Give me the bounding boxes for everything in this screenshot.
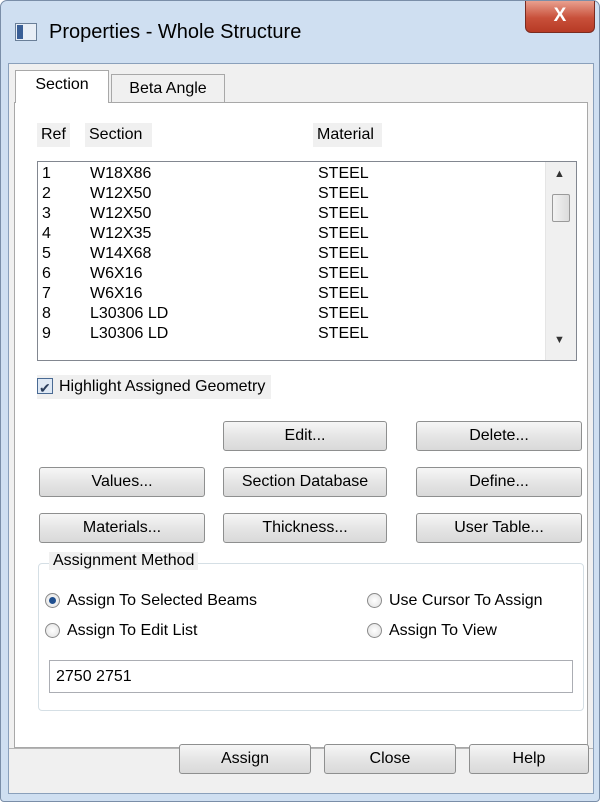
- section-list[interactable]: 1 W18X86 STEEL 2 W12X50 STEEL 3 W12X50 STEEL 4…: [37, 161, 577, 361]
- edit-button[interactable]: Edit...: [223, 421, 387, 451]
- material-cell: STEEL: [318, 265, 369, 282]
- properties-dialog: Properties - Whole Structure X Section B…: [0, 0, 600, 802]
- assign-to-view-radio[interactable]: Assign To View: [367, 620, 497, 642]
- window-title: Properties - Whole Structure: [49, 21, 302, 43]
- ref-cell: 1: [42, 165, 51, 182]
- column-header-section: Section: [85, 123, 153, 147]
- values-button[interactable]: Values...: [39, 467, 205, 497]
- radio-icon[interactable]: [45, 623, 60, 638]
- assign-button[interactable]: Assign: [179, 744, 311, 774]
- section-cell: W12X50: [90, 185, 152, 202]
- define-button[interactable]: Define...: [416, 467, 582, 497]
- assign-edit-list-radio[interactable]: Assign To Edit List: [45, 620, 197, 642]
- radio-label: Use Cursor To Assign: [389, 592, 543, 609]
- list-item[interactable]: 3 W12X50 STEEL: [38, 204, 538, 224]
- material-cell: STEEL: [318, 185, 369, 202]
- ref-cell: 8: [42, 305, 51, 322]
- list-item[interactable]: 7 W6X16 STEEL: [38, 284, 538, 304]
- dialog-client-area: Section Beta Angle Ref Section Material …: [8, 63, 594, 794]
- list-item[interactable]: 9 L30306 LD STEEL: [38, 324, 538, 344]
- title-bar[interactable]: Properties - Whole Structure X: [1, 1, 599, 63]
- section-cell: L30306 LD: [90, 305, 169, 322]
- highlight-assigned-geometry-checkbox[interactable]: Highlight Assigned Geometry: [37, 375, 272, 400]
- column-header-ref: Ref: [37, 123, 70, 147]
- scroll-up-arrow-icon[interactable]: ▲: [554, 168, 565, 180]
- user-table-button[interactable]: User Table...: [416, 513, 582, 543]
- tab-beta-angle[interactable]: Beta Angle: [111, 74, 225, 103]
- assign-selected-beams-radio[interactable]: Assign To Selected Beams: [45, 590, 257, 612]
- radio-label: Assign To View: [389, 622, 497, 639]
- ref-cell: 4: [42, 225, 51, 242]
- ref-cell: 9: [42, 325, 51, 342]
- section-cell: W12X50: [90, 205, 152, 222]
- section-database-button[interactable]: Section Database: [223, 467, 387, 497]
- material-cell: STEEL: [318, 225, 369, 242]
- use-cursor-radio[interactable]: Use Cursor To Assign: [367, 590, 543, 612]
- section-cell: L30306 LD: [90, 325, 169, 342]
- section-cell: W6X16: [90, 265, 143, 282]
- delete-button[interactable]: Delete...: [416, 421, 582, 451]
- section-cell: W6X16: [90, 285, 143, 302]
- app-icon: [15, 23, 37, 41]
- ref-cell: 6: [42, 265, 51, 282]
- list-item[interactable]: 5 W14X68 STEEL: [38, 244, 538, 264]
- radio-label: Assign To Edit List: [67, 622, 198, 639]
- radio-icon[interactable]: [367, 623, 382, 638]
- tab-section[interactable]: Section: [15, 70, 109, 103]
- ref-cell: 3: [42, 205, 51, 222]
- material-cell: STEEL: [318, 285, 369, 302]
- radio-label: Assign To Selected Beams: [67, 592, 258, 609]
- list-item[interactable]: 1 W18X86 STEEL: [38, 164, 538, 184]
- list-item[interactable]: 2 W12X50 STEEL: [38, 184, 538, 204]
- close-window-button[interactable]: X: [525, 1, 595, 33]
- ref-cell: 7: [42, 285, 51, 302]
- list-item[interactable]: 4 W12X35 STEEL: [38, 224, 538, 244]
- assignment-method-label: Assignment Method: [49, 552, 199, 570]
- section-tab-panel: Ref Section Material 1 W18X86 STEEL 2 W12X5…: [14, 102, 588, 748]
- list-item[interactable]: 8 L30306 LD STEEL: [38, 304, 538, 324]
- checkbox-checked-icon[interactable]: [37, 376, 53, 400]
- help-button[interactable]: Help: [469, 744, 589, 774]
- list-item[interactable]: 6 W6X16 STEEL: [38, 264, 538, 284]
- material-cell: STEEL: [318, 205, 369, 222]
- material-cell: STEEL: [318, 305, 369, 322]
- material-cell: STEEL: [318, 325, 369, 342]
- radio-selected-icon[interactable]: [45, 593, 60, 608]
- materials-button[interactable]: Materials...: [39, 513, 205, 543]
- section-cell: W12X35: [90, 225, 152, 242]
- close-button[interactable]: Close: [324, 744, 456, 774]
- thickness-button[interactable]: Thickness...: [223, 513, 387, 543]
- material-cell: STEEL: [318, 245, 369, 262]
- scroll-thumb[interactable]: [552, 194, 570, 222]
- section-cell: W18X86: [90, 165, 152, 182]
- ref-cell: 5: [42, 245, 51, 262]
- scroll-down-arrow-icon[interactable]: ▼: [554, 334, 565, 346]
- assignment-method-group: Assignment Method Assign To Selected Bea…: [38, 552, 584, 711]
- section-cell: W14X68: [90, 245, 152, 262]
- column-header-material: Material: [313, 123, 382, 147]
- beam-list-input[interactable]: 2750 2751: [49, 660, 573, 693]
- list-scrollbar[interactable]: ▲ ▼: [545, 162, 576, 360]
- material-cell: STEEL: [318, 165, 369, 182]
- ref-cell: 2: [42, 185, 51, 202]
- radio-icon[interactable]: [367, 593, 382, 608]
- highlight-label: Highlight Assigned Geometry: [59, 378, 266, 395]
